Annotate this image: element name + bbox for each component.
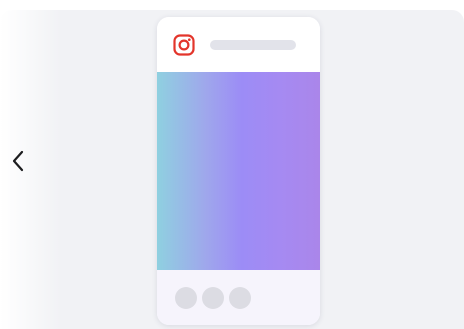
previous-button[interactable] <box>4 146 32 176</box>
action-placeholder <box>175 287 197 309</box>
carousel-stage <box>0 0 464 329</box>
chevron-left-icon <box>12 150 24 172</box>
action-placeholder <box>202 287 224 309</box>
username-placeholder <box>210 40 296 50</box>
post-header <box>157 17 320 72</box>
instagram-icon <box>173 34 195 56</box>
action-placeholder <box>229 287 251 309</box>
phone-mockup <box>157 17 320 325</box>
post-image-placeholder <box>157 72 320 270</box>
post-footer <box>157 270 320 325</box>
